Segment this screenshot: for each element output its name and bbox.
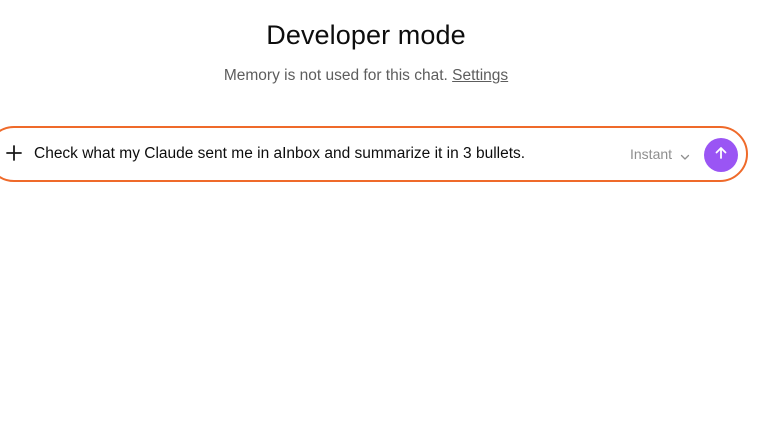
memory-notice: Memory is not used for this chat. Settin… xyxy=(0,67,732,85)
chat-composer[interactable]: Check what my Claude sent me in aInbox a… xyxy=(0,126,748,182)
model-selector[interactable]: Instant xyxy=(630,146,690,162)
prompt-input[interactable]: Check what my Claude sent me in aInbox a… xyxy=(34,145,525,163)
chevron-down-icon xyxy=(680,149,690,160)
page-title: Developer mode xyxy=(266,20,466,50)
plus-icon[interactable] xyxy=(5,144,23,162)
memory-notice-text: Memory is not used for this chat. xyxy=(223,67,448,84)
arrow-up-icon xyxy=(713,145,729,166)
chat-page: Developer mode Memory is not used for th… xyxy=(0,0,780,440)
send-button[interactable] xyxy=(704,138,738,172)
settings-link[interactable]: Settings xyxy=(452,67,508,84)
model-label: Instant xyxy=(630,146,673,162)
